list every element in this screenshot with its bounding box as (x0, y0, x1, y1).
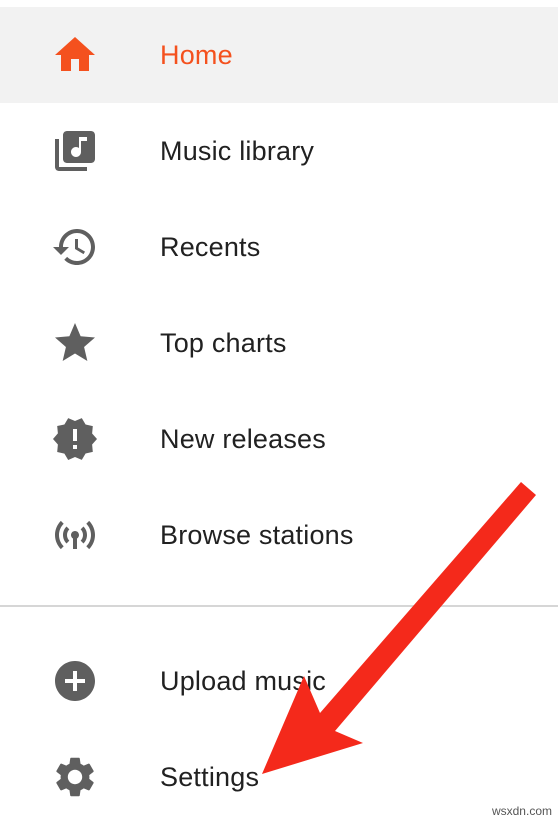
nav-item-settings[interactable]: Settings (0, 729, 558, 825)
nav-item-music-library[interactable]: Music library (0, 103, 558, 199)
nav-label-new-releases: New releases (160, 424, 326, 454)
nav-label-browse-stations: Browse stations (160, 520, 354, 550)
nav-label-top-charts: Top charts (160, 328, 287, 358)
navigation-drawer: Home Music library Recents Top charts Ne… (0, 0, 558, 822)
radio-stations-icon (51, 511, 99, 559)
nav-label-home: Home (160, 40, 233, 70)
gear-icon (51, 753, 99, 801)
nav-label-music-library: Music library (160, 136, 315, 166)
nav-item-new-releases[interactable]: New releases (0, 391, 558, 487)
add-circle-icon (51, 657, 99, 705)
nav-item-upload-music[interactable]: Upload music (0, 633, 558, 729)
nav-item-browse-stations[interactable]: Browse stations (0, 487, 558, 583)
recents-history-icon (51, 223, 99, 271)
nav-item-recents[interactable]: Recents (0, 199, 558, 295)
new-releases-icon (51, 415, 99, 463)
nav-label-recents: Recents (160, 232, 261, 262)
nav-label-settings: Settings (160, 762, 260, 792)
star-icon (51, 319, 99, 367)
nav-item-top-charts[interactable]: Top charts (0, 295, 558, 391)
nav-item-home[interactable]: Home (0, 7, 558, 103)
nav-divider (0, 605, 558, 607)
watermark: wsxdn.com (491, 804, 552, 818)
music-library-icon (51, 127, 99, 175)
home-icon (51, 31, 99, 79)
nav-label-upload-music: Upload music (160, 666, 326, 696)
